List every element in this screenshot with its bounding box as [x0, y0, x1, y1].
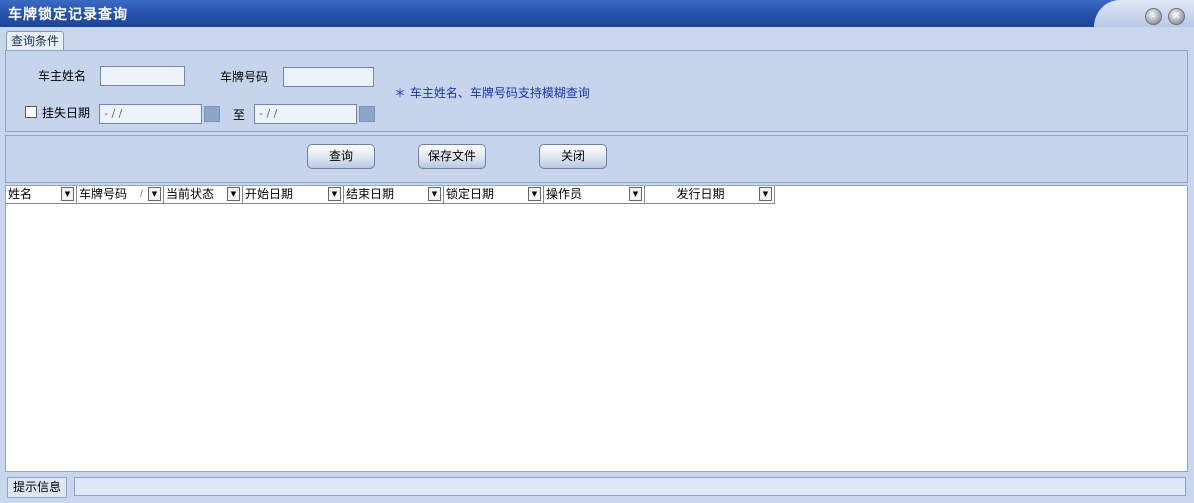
- column-header-lock-date[interactable]: 锁定日期 ▼: [444, 186, 544, 204]
- to-label: 至: [233, 108, 246, 122]
- query-button[interactable]: 查询: [307, 144, 375, 169]
- lost-date-label: 挂失日期: [42, 106, 91, 120]
- minimize-icon: –: [1151, 11, 1156, 22]
- window-title: 车牌锁定记录查询: [8, 7, 128, 23]
- dropdown-arrow-icon[interactable]: ▼: [428, 187, 441, 201]
- column-label: 结束日期: [346, 187, 395, 201]
- status-message: [74, 477, 1186, 496]
- column-label: 发行日期: [676, 187, 725, 201]
- column-header-name[interactable]: 姓名 ▼: [6, 186, 77, 204]
- button-panel: 查询 保存文件 关闭: [5, 135, 1188, 183]
- date-from-input[interactable]: - / /: [99, 104, 202, 124]
- sort-indicator: /: [139, 189, 143, 199]
- fuzzy-search-hint: ＊ 车主姓名、车牌号码支持模糊查询: [394, 86, 590, 100]
- tab-query-conditions[interactable]: 查询条件: [6, 31, 65, 50]
- column-header-end-date[interactable]: 结束日期 ▼: [344, 186, 444, 204]
- status-label: 提示信息: [7, 477, 68, 498]
- grid-header: 姓名 ▼ 车牌号码 / ▼ 当前状态 ▼ 开始日期 ▼ 结束日期 ▼ 锁定日期 …: [6, 186, 775, 204]
- dropdown-arrow-icon[interactable]: ▼: [227, 187, 240, 201]
- plate-label: 车牌号码: [220, 70, 269, 84]
- date-from-picker-button[interactable]: [204, 106, 220, 122]
- dropdown-arrow-icon[interactable]: ▼: [328, 187, 341, 201]
- dropdown-arrow-icon[interactable]: ▼: [528, 187, 541, 201]
- column-label: 操作员: [546, 187, 583, 201]
- save-file-button[interactable]: 保存文件: [418, 144, 486, 169]
- dropdown-arrow-icon[interactable]: ▼: [61, 187, 74, 201]
- date-to-input[interactable]: - / /: [254, 104, 357, 124]
- status-bar: 提示信息: [0, 474, 1194, 503]
- owner-name-label: 车主姓名: [38, 69, 87, 83]
- column-header-issue-date[interactable]: 发行日期 ▼: [645, 186, 775, 204]
- column-label: 姓名: [8, 187, 33, 201]
- close-icon: ✕: [1172, 11, 1181, 22]
- dropdown-arrow-icon[interactable]: ▼: [759, 187, 772, 201]
- column-header-operator[interactable]: 操作员 ▼: [544, 186, 645, 204]
- query-panel: 车主姓名 车牌号码 ＊ 车主姓名、车牌号码支持模糊查询 挂失日期 - / / 至…: [5, 50, 1188, 132]
- lost-date-checkbox[interactable]: [25, 106, 37, 118]
- column-label: 锁定日期: [446, 187, 495, 201]
- date-to-picker-button[interactable]: [359, 106, 375, 122]
- owner-name-input[interactable]: [100, 66, 185, 86]
- column-header-plate[interactable]: 车牌号码 / ▼: [77, 186, 164, 204]
- plate-input[interactable]: [283, 67, 374, 87]
- column-label: 开始日期: [245, 187, 294, 201]
- column-header-status[interactable]: 当前状态 ▼: [164, 186, 243, 204]
- title-bar: 车牌锁定记录查询 – ✕: [0, 0, 1194, 27]
- close-window-button[interactable]: ✕: [1168, 8, 1185, 25]
- close-button[interactable]: 关闭: [539, 144, 607, 169]
- result-grid[interactable]: 姓名 ▼ 车牌号码 / ▼ 当前状态 ▼ 开始日期 ▼ 结束日期 ▼ 锁定日期 …: [5, 185, 1188, 472]
- dropdown-arrow-icon[interactable]: ▼: [148, 187, 161, 201]
- column-label: 当前状态: [166, 187, 215, 201]
- dropdown-arrow-icon[interactable]: ▼: [629, 187, 642, 201]
- column-label: 车牌号码: [79, 187, 128, 201]
- minimize-button[interactable]: –: [1145, 8, 1162, 25]
- column-header-start-date[interactable]: 开始日期 ▼: [243, 186, 344, 204]
